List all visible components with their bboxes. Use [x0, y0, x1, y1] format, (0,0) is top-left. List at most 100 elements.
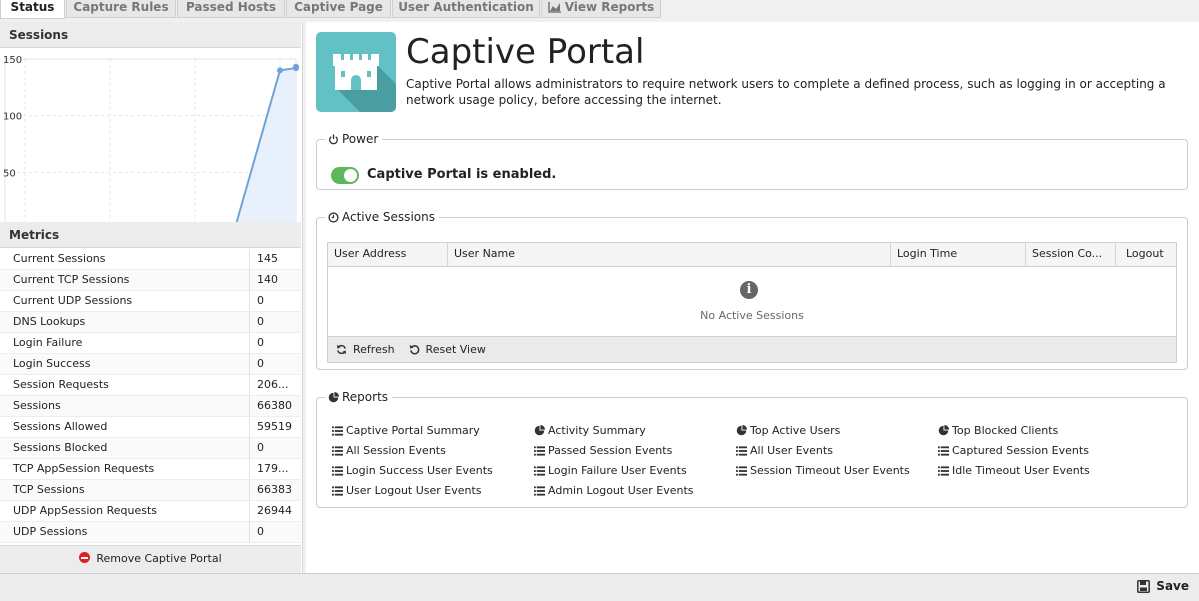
list-icon: [534, 445, 545, 456]
column-header-logout[interactable]: Logout: [1116, 243, 1176, 266]
report-link-label: All User Events: [750, 444, 833, 457]
metric-name: Session Requests: [0, 375, 250, 395]
data-point: [293, 63, 299, 70]
column-header-login-time[interactable]: Login Time: [891, 243, 1026, 266]
report-link[interactable]: Captive Portal Summary: [332, 424, 480, 437]
list-icon: [736, 465, 747, 476]
reports-legend-label: Reports: [342, 390, 389, 404]
grid-body: i No Active Sessions: [328, 267, 1176, 336]
report-link-label: Top Active Users: [750, 424, 841, 437]
list-icon: [736, 445, 747, 456]
y-tick-label: 100: [3, 112, 22, 123]
report-link-label: Captive Portal Summary: [346, 424, 480, 437]
metric-row: Login Success 0: [0, 354, 301, 375]
refresh-button[interactable]: Refresh: [336, 343, 395, 356]
metric-name: TCP AppSession Requests: [0, 459, 250, 479]
power-legend: Power: [325, 132, 382, 146]
metric-row: Login Failure 0: [0, 333, 301, 354]
report-link[interactable]: Login Failure User Events: [534, 464, 687, 477]
power-icon: [328, 134, 339, 145]
save-button[interactable]: Save: [1137, 579, 1189, 593]
tab-label: Passed Hosts: [185, 0, 277, 14]
report-link[interactable]: Top Active Users: [736, 424, 840, 437]
metric-name: Sessions Blocked: [0, 438, 250, 458]
tab-bar: Status Capture Rules Passed Hosts Captiv…: [0, 0, 1199, 19]
report-link[interactable]: Captured Session Events: [938, 444, 1089, 457]
empty-message: No Active Sessions: [700, 309, 804, 322]
data-point: [277, 67, 283, 74]
remove-app-button[interactable]: Remove Captive Portal: [0, 545, 301, 573]
metric-value: 145: [257, 252, 278, 265]
report-link[interactable]: Idle Timeout User Events: [938, 464, 1090, 477]
power-toggle[interactable]: [331, 167, 359, 184]
active-sessions-legend: Active Sessions: [325, 210, 439, 224]
power-status-label: Captive Portal is enabled.: [367, 167, 557, 182]
grid-toolbar: Refresh Reset View: [328, 336, 1176, 362]
bottom-toolbar: Save: [0, 573, 1199, 601]
metric-name: Sessions Allowed: [0, 417, 250, 437]
metric-row: Current Sessions 145: [0, 249, 301, 270]
chart-icon: [547, 2, 561, 13]
app-title: Captive Portal: [406, 32, 645, 72]
report-link[interactable]: Top Blocked Clients: [938, 424, 1058, 437]
reports-section: Reports Captive Portal Summary Activity S…: [316, 390, 1188, 508]
report-link[interactable]: Session Timeout User Events: [736, 464, 910, 477]
reset-view-button[interactable]: Reset View: [409, 343, 486, 356]
left-panel: Sessions 5010015010:00:3010:00:4510:01:0…: [0, 22, 303, 573]
metric-name: UDP Sessions: [0, 522, 250, 542]
metric-row: Sessions 66380: [0, 396, 301, 417]
metric-value: 140: [257, 273, 278, 286]
tab-label: User Authentication: [398, 0, 534, 14]
report-link[interactable]: All Session Events: [332, 444, 446, 457]
column-header-user-address[interactable]: User Address: [328, 243, 448, 266]
metric-value: 0: [257, 294, 264, 307]
metric-row: DNS Lookups 0: [0, 312, 301, 333]
tab-label: Status: [10, 0, 55, 14]
tab-label: Capture Rules: [73, 0, 169, 14]
metric-name: Current TCP Sessions: [0, 270, 250, 290]
report-link[interactable]: All User Events: [736, 444, 833, 457]
tab-capture-rules[interactable]: Capture Rules: [66, 0, 176, 18]
save-icon: [1137, 579, 1151, 593]
metric-name: TCP Sessions: [0, 480, 250, 500]
reports-legend: Reports: [325, 390, 392, 404]
metric-value: 0: [257, 525, 264, 538]
metric-row: TCP AppSession Requests 179...: [0, 459, 301, 480]
report-link[interactable]: Login Success User Events: [332, 464, 493, 477]
metric-value: 0: [257, 357, 264, 370]
list-icon: [332, 445, 343, 456]
list-icon: [534, 485, 545, 496]
report-link[interactable]: Admin Logout User Events: [534, 484, 694, 497]
report-link-label: All Session Events: [346, 444, 446, 457]
report-link-label: Top Blocked Clients: [952, 424, 1059, 437]
save-label: Save: [1156, 579, 1189, 593]
report-link-label: Idle Timeout User Events: [952, 464, 1090, 477]
sessions-panel-title: Sessions: [0, 22, 301, 48]
metric-value: 66383: [257, 483, 292, 496]
tab-user-authentication[interactable]: User Authentication: [392, 0, 540, 18]
grid-header: User Address User Name Login Time Sessio…: [328, 243, 1176, 267]
metric-row: Sessions Allowed 59519: [0, 417, 301, 438]
app-description: Captive Portal allows administrators to …: [406, 77, 1166, 107]
report-link-label: Passed Session Events: [548, 444, 673, 457]
metric-row: UDP Sessions 0: [0, 522, 301, 543]
column-header-user-name[interactable]: User Name: [448, 243, 891, 266]
report-link-label: Admin Logout User Events: [548, 484, 694, 497]
report-link-label: Login Failure User Events: [548, 464, 687, 477]
tab-status[interactable]: Status: [0, 0, 65, 19]
undo-icon: [409, 344, 419, 355]
metric-name: Login Failure: [0, 333, 250, 353]
active-sessions-section: Active Sessions User Address User Name L…: [316, 210, 1188, 370]
metric-name: DNS Lookups: [0, 312, 250, 332]
report-link-label: Login Success User Events: [346, 464, 493, 477]
tab-passed-hosts[interactable]: Passed Hosts: [177, 0, 285, 18]
list-icon: [938, 445, 949, 456]
tab-captive-page[interactable]: Captive Page: [286, 0, 391, 18]
report-link[interactable]: User Logout User Events: [332, 484, 482, 497]
tab-view-reports[interactable]: View Reports: [541, 0, 661, 18]
report-link[interactable]: Activity Summary: [534, 424, 646, 437]
column-header-session-count[interactable]: Session Co...: [1026, 243, 1116, 266]
main-panel: Captive Portal Captive Portal allows adm…: [306, 22, 1199, 573]
list-icon: [938, 465, 949, 476]
report-link[interactable]: Passed Session Events: [534, 444, 672, 457]
